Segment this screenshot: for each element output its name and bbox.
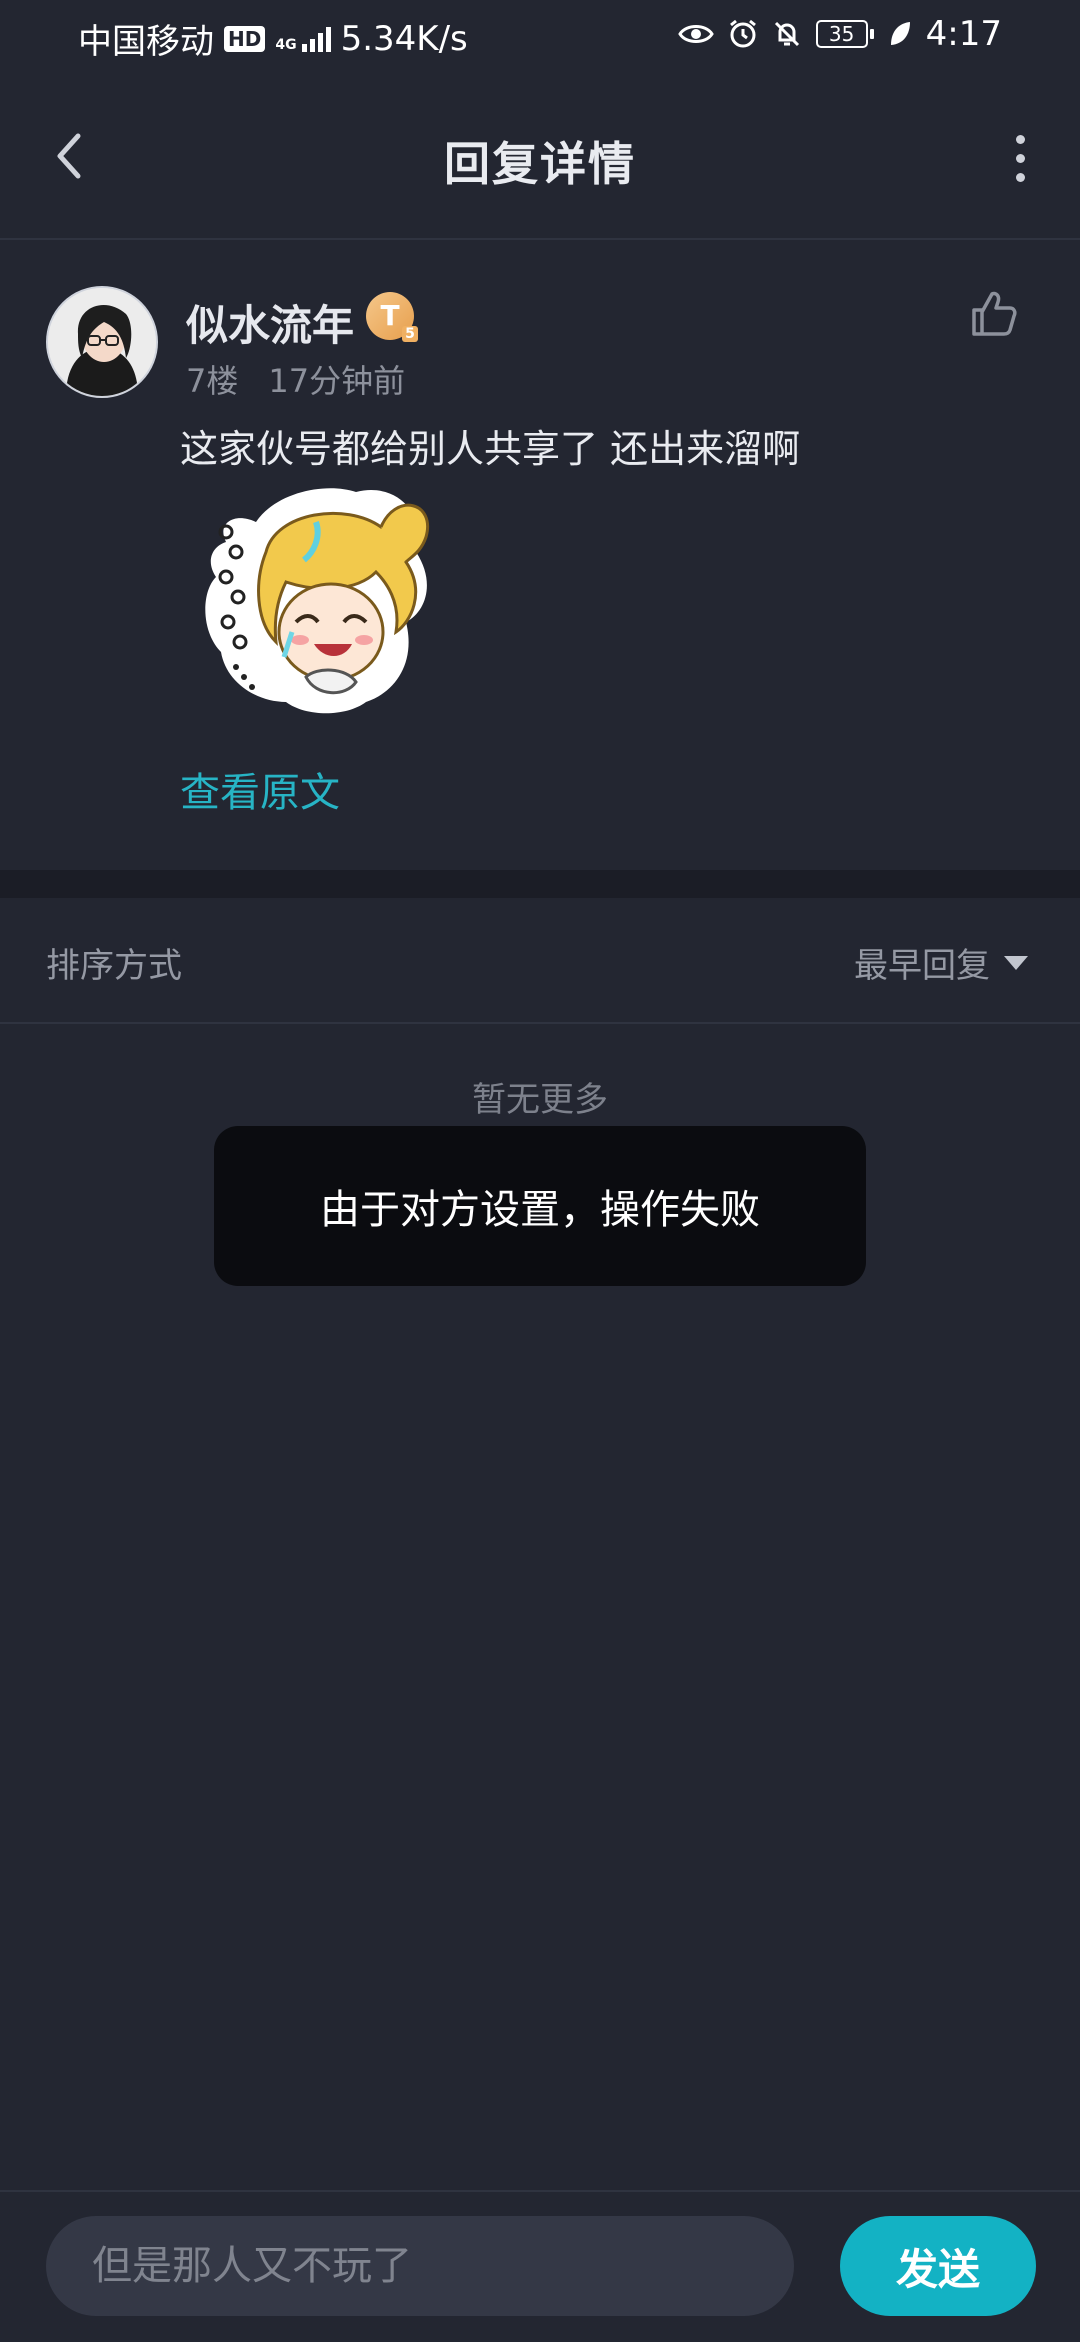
more-options-button[interactable] (1000, 128, 1040, 188)
floor-number: 7楼 (186, 362, 239, 400)
avatar[interactable] (46, 286, 158, 398)
sort-label: 排序方式 (46, 946, 182, 986)
send-button[interactable]: 发送 (840, 2216, 1036, 2316)
clock-time: 4:17 (925, 14, 1002, 54)
like-button[interactable] (968, 288, 1020, 340)
timestamp: 17分钟前 (268, 362, 406, 400)
sort-selected-value: 最早回复 (854, 946, 990, 986)
status-bar: 中国移动 HD 4G 5.34K/s 35 4:17 (0, 0, 1080, 72)
anime-girl-sticker[interactable] (196, 482, 448, 722)
sort-bar: 排序方式 最早回复 (0, 898, 1080, 1024)
status-left: 中国移动 HD 4G 5.34K/s (78, 14, 468, 63)
sort-dropdown[interactable]: 最早回复 (854, 938, 1028, 987)
eye-icon (677, 25, 714, 43)
level-badge-number: 5 (402, 326, 418, 342)
post-content: 这家伙号都给别人共享了 还出来溜啊 (180, 427, 801, 471)
dot (1015, 153, 1025, 163)
post-meta: 7楼 17分钟前 (186, 356, 405, 402)
caret-down-icon (1004, 955, 1028, 970)
level-badge-icon: T 5 (366, 292, 418, 342)
status-right: 35 4:17 (677, 14, 1002, 54)
network-type: 4G (275, 36, 297, 53)
dot (1015, 134, 1025, 144)
level-badge-letter: T (380, 299, 400, 332)
username[interactable]: 似水流年 (186, 292, 354, 353)
signal-icon: 4G (275, 26, 331, 53)
reply-bar: 发送 (0, 2190, 1080, 2342)
reply-input[interactable] (46, 2216, 794, 2316)
avatar-image (48, 288, 156, 396)
toast-message: 由于对方设置，操作失败 (214, 1126, 866, 1286)
no-more-text: 暂无更多 (472, 1080, 608, 1120)
dot (1015, 172, 1025, 182)
mute-bell-icon (774, 21, 799, 47)
alarm-icon (729, 19, 756, 48)
reply-post: 似水流年 T 5 7楼 17分钟前 这家伙号都给别人共享了 还出来溜啊 查看原文 (0, 240, 1080, 870)
carrier-name: 中国移动 (78, 22, 214, 62)
thumbs-up-icon (972, 291, 1017, 336)
toast-text: 由于对方设置，操作失败 (320, 1187, 760, 1233)
network-speed: 5.34K/s (340, 18, 468, 59)
page-title: 回复详情 (444, 137, 636, 191)
top-nav-bar: 回复详情 (0, 72, 1080, 240)
sticker-image (205, 488, 430, 714)
section-divider (0, 870, 1080, 898)
battery-level: 35 (815, 20, 868, 48)
view-original-link[interactable]: 查看原文 (180, 760, 340, 818)
leaf-icon (890, 22, 910, 45)
battery-icon: 35 (815, 20, 874, 48)
hd-badge: HD (224, 25, 266, 52)
